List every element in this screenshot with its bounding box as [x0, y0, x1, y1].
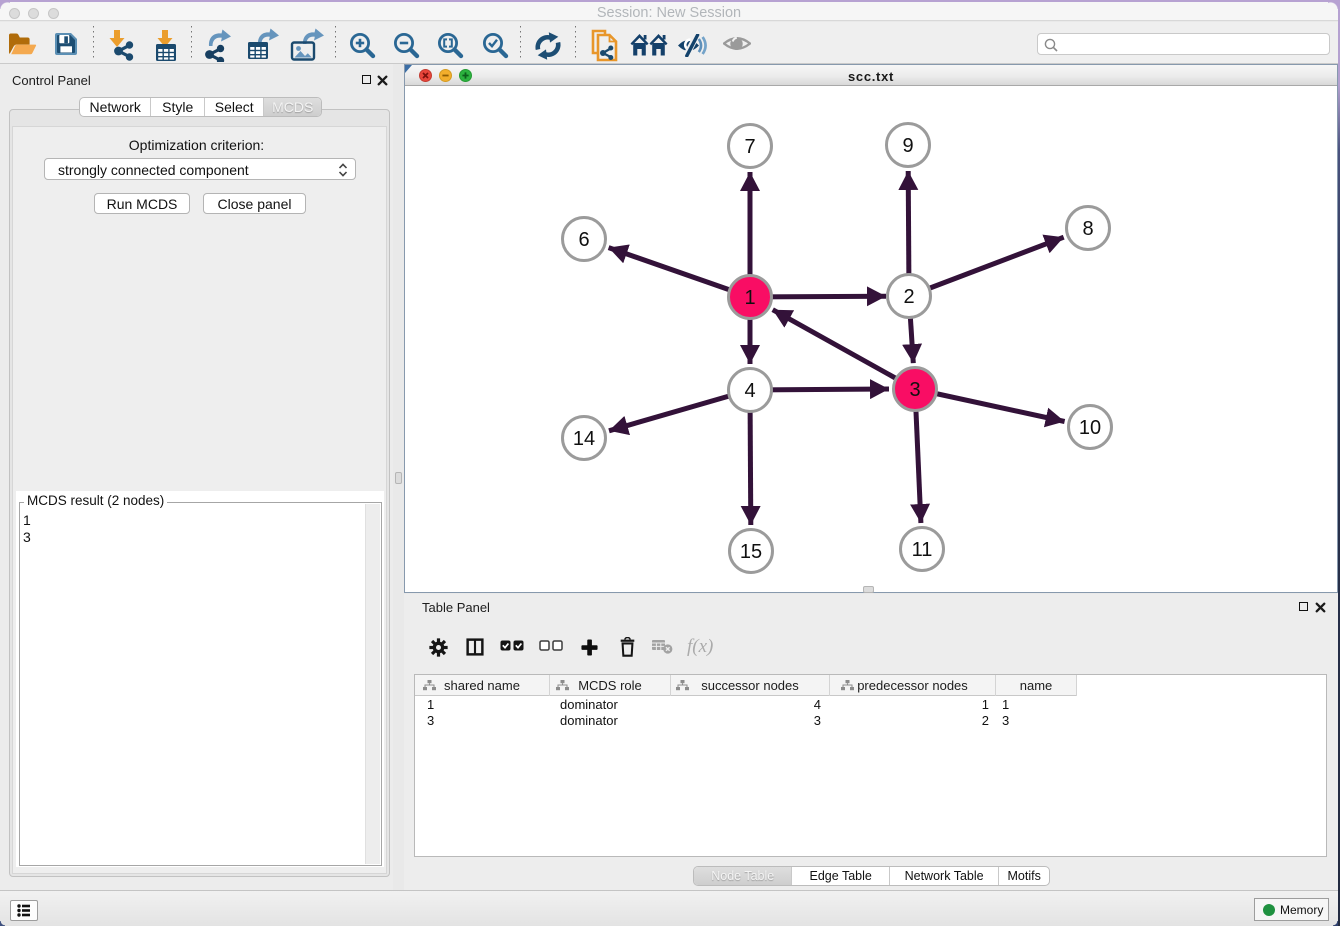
svg-text:8: 8 [1082, 218, 1093, 240]
svg-text:11: 11 [912, 539, 933, 561]
svg-text:10: 10 [1079, 417, 1101, 439]
svg-text:2: 2 [903, 286, 914, 308]
svg-text:14: 14 [573, 428, 595, 450]
svg-text:6: 6 [578, 229, 589, 251]
svg-text:7: 7 [744, 136, 755, 158]
svg-text:3: 3 [909, 379, 920, 401]
svg-text:4: 4 [744, 380, 755, 402]
svg-text:1: 1 [744, 287, 755, 309]
svg-text:9: 9 [902, 135, 913, 157]
svg-text:15: 15 [740, 541, 762, 563]
